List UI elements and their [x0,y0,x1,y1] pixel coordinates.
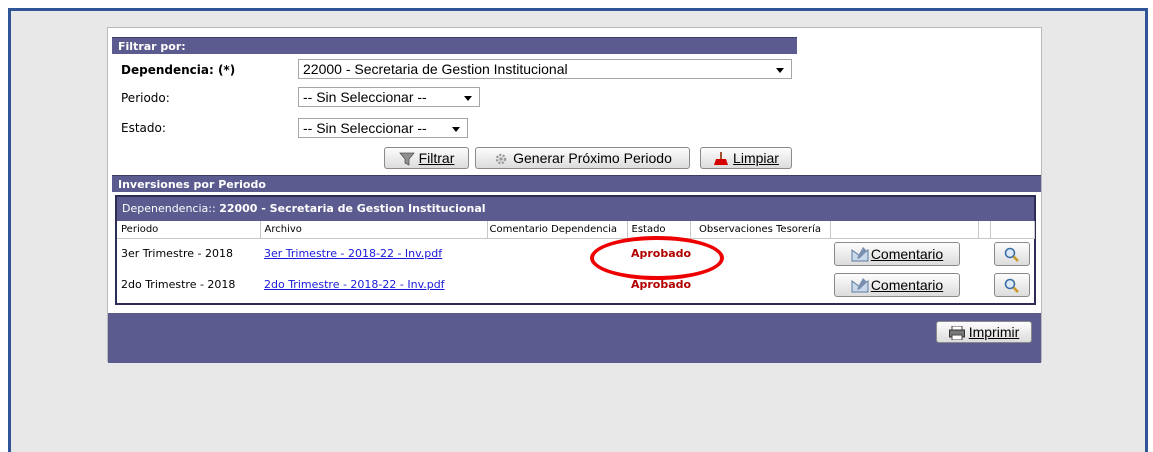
filtrar-button-label: Filtrar [418,150,455,166]
dependencia-group-value: 22000 - Secretaria de Gestion Institucio… [219,202,486,215]
dependencia-select-value: 22000 - Secretaria de Gestion Institucio… [303,61,568,77]
status-badge: Aprobado [631,278,692,291]
col-periodo: Periodo [117,221,261,239]
limpiar-button-label: Limpiar [733,150,779,166]
imprimir-button-label: Imprimir [968,324,1020,340]
imprimir-button[interactable]: Imprimir [936,321,1032,343]
estado-select[interactable]: -- Sin Seleccionar -- [298,118,468,138]
view-button[interactable] [994,272,1030,297]
inversiones-table: Depenendencia:: 22000 - Secretaria de Ge… [115,195,1036,305]
filter-header-text: Filtrar por: [118,40,186,53]
estado-select-value: -- Sin Seleccionar -- [303,120,427,136]
inversiones-header-text: Inversiones por Periodo [118,178,266,191]
chevron-down-icon [452,127,460,132]
col-observaciones: Observaciones Tesorería [690,221,831,239]
comentario-button-label: Comentario [870,276,944,293]
dependencia-group-prefix: Depenendencia:: [122,202,220,215]
footer-bar: Imprimir [108,313,1041,363]
table-row: 3er Trimestre - 2018 3er Trimestre - 201… [117,238,1034,269]
funnel-icon [398,151,415,166]
dependencia-group-bar: Depenendencia:: 22000 - Secretaria de Ge… [117,197,1034,221]
filter-header: Filtrar por: [112,37,797,54]
limpiar-button[interactable]: Limpiar [700,147,792,169]
col-spacer [978,221,991,239]
comment-icon [851,277,869,292]
inversiones-header: Inversiones por Periodo [112,175,1041,192]
row-comentario [487,238,627,269]
row-periodo: 2do Trimestre - 2018 [121,278,236,291]
table-header-row: Periodo Archivo Comentario Dependencia E… [117,221,1035,239]
estado-label: Estado: [121,121,166,135]
row-archivo-link[interactable]: 3er Trimestre - 2018-22 - Inv.pdf [264,247,442,260]
periodo-select[interactable]: -- Sin Seleccionar -- [298,87,480,107]
row-observaciones [690,269,830,300]
view-button[interactable] [994,241,1030,266]
comentario-button[interactable]: Comentario [834,241,960,266]
inversiones-grid: Periodo Archivo Comentario Dependencia E… [117,221,1035,300]
periodo-label: Periodo: [121,91,170,105]
generar-periodo-button-label: Generar Próximo Periodo [513,150,672,166]
comentario-button[interactable]: Comentario [834,272,960,297]
chevron-down-icon [464,96,472,101]
magnifier-icon [1004,247,1020,262]
table-row: 2do Trimestre - 2018 2do Trimestre - 201… [117,269,1034,300]
row-archivo-link[interactable]: 2do Trimestre - 2018-22 - Inv.pdf [264,278,445,291]
dependencia-select[interactable]: 22000 - Secretaria de Gestion Institucio… [298,59,792,79]
status-badge: Aprobado [631,247,692,261]
col-view [990,221,1035,239]
dependencia-label: Dependencia: (*) [121,63,236,77]
col-archivo: Archivo [260,221,488,239]
row-periodo: 3er Trimestre - 2018 [121,247,233,261]
col-actions [830,221,979,239]
generar-periodo-button[interactable]: Generar Próximo Periodo [475,147,690,169]
printer-icon [948,325,965,341]
comentario-button-label: Comentario [870,245,944,262]
col-estado: Estado [627,221,691,239]
magnifier-icon [1004,278,1020,293]
col-comentario: Comentario Dependencia [487,221,628,239]
chevron-down-icon [776,68,784,73]
row-observaciones [690,238,830,269]
periodo-select-value: -- Sin Seleccionar -- [303,89,427,105]
comment-icon [851,246,869,262]
main-panel: Filtrar por: Dependencia: (*) 22000 - Se… [107,27,1042,363]
row-comentario [487,269,627,300]
filtrar-button[interactable]: Filtrar [384,147,469,169]
gear-icon [493,151,509,165]
broom-icon [713,151,729,165]
